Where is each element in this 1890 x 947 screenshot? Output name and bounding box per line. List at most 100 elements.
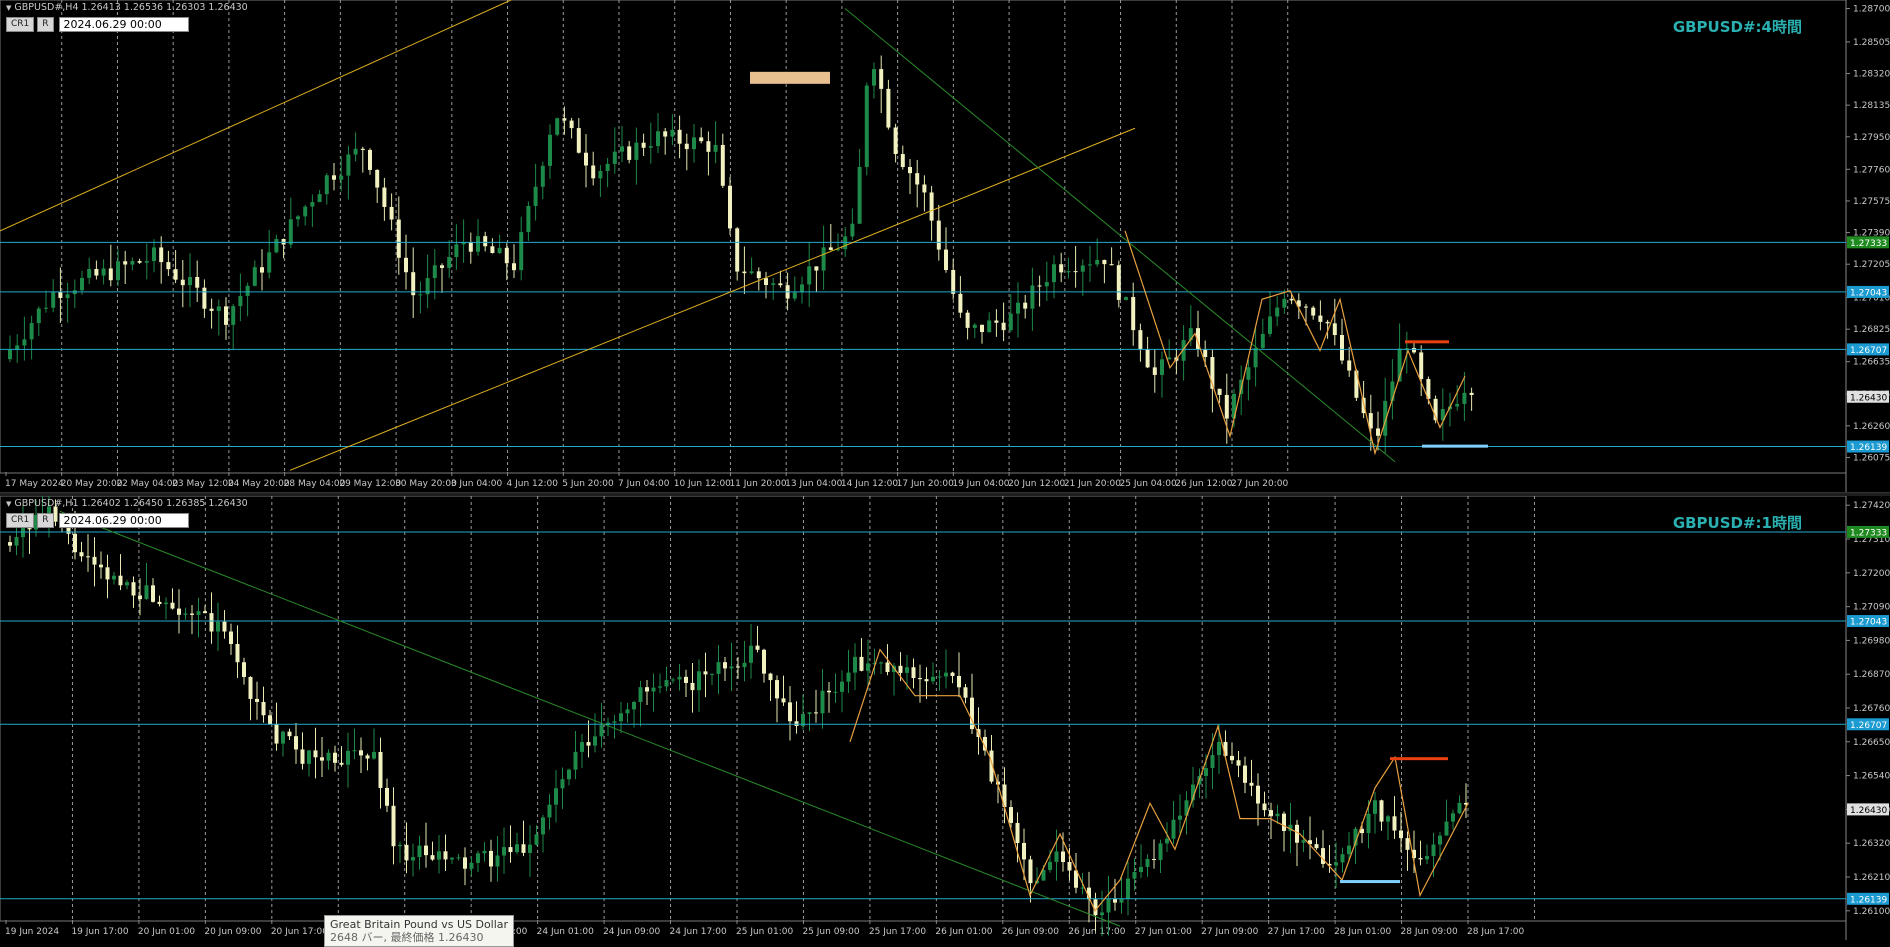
- time-label: 24 May 20:00: [228, 479, 290, 489]
- bull-candle: [771, 283, 776, 286]
- bear-candle: [86, 556, 90, 558]
- bull-candle: [742, 662, 747, 668]
- bull-candle: [1438, 835, 1442, 845]
- h4-chart-panel[interactable]: 17 May 2024 20 May 20:00 22 May 04:00 23 Ma…: [0, 0, 1890, 492]
- bear-candle: [404, 257, 408, 273]
- bull-candle: [454, 244, 459, 257]
- time-label: 27 Jun 20:00: [1231, 479, 1288, 489]
- bear-candle: [886, 88, 891, 128]
- resistance-mark: [1390, 757, 1448, 761]
- bear-candle: [1067, 861, 1072, 871]
- bull-candle: [1386, 816, 1390, 822]
- bull-candle: [1451, 813, 1455, 822]
- price-label: 1.26635: [1853, 358, 1890, 368]
- bull-candle: [1462, 392, 1467, 404]
- bear-candle: [684, 143, 689, 150]
- time-label: 29 May 12:00: [339, 479, 401, 489]
- time-label: 17 Jun 20:00: [897, 479, 954, 489]
- bear-candle: [1332, 323, 1337, 336]
- price-label: 1.26980: [1853, 636, 1890, 646]
- level-price-label: 1.26707: [1850, 346, 1887, 356]
- bear-candle: [911, 667, 916, 679]
- bear-candle: [195, 277, 200, 288]
- time-label: 22 May 04:00: [116, 479, 178, 489]
- price-label: 1.26100: [1853, 907, 1890, 917]
- bull-candle: [1178, 815, 1182, 820]
- time-label: 21 Jun 20:00: [1064, 479, 1121, 489]
- bull-candle: [188, 277, 192, 286]
- bull-candle: [1160, 359, 1164, 375]
- bull-candle: [1260, 333, 1265, 349]
- bear-candle: [898, 665, 903, 673]
- price-label: 1.28135: [1853, 101, 1890, 111]
- bull-candle: [533, 186, 538, 206]
- bull-candle: [476, 236, 480, 252]
- bull-candle: [80, 277, 84, 291]
- bear-candle: [859, 656, 864, 671]
- bull-candle: [456, 857, 461, 859]
- bear-candle: [368, 149, 372, 170]
- bear-candle: [235, 643, 240, 663]
- price-label: 1.26870: [1853, 670, 1890, 680]
- bull-candle: [619, 713, 623, 722]
- r-button[interactable]: R: [37, 513, 54, 528]
- support-mark: [1340, 880, 1400, 884]
- bull-candle: [656, 131, 660, 147]
- r-button[interactable]: R: [37, 17, 54, 32]
- bull-candle: [411, 857, 415, 861]
- bull-candle: [937, 676, 942, 678]
- bull-candle: [125, 582, 129, 586]
- time-label: 19 Jun 04:00: [952, 479, 1009, 489]
- h4-symbol-info: GBPUSD#,H4 1.26413 1.26536 1.26303 1.264…: [14, 2, 248, 13]
- bear-candle: [958, 293, 963, 313]
- bull-candle: [101, 268, 106, 276]
- bear-candle: [151, 585, 155, 602]
- datetime-field[interactable]: 2024.06.29 00:00: [58, 513, 189, 528]
- bear-candle: [170, 602, 175, 609]
- current-price-label: 1.26430: [1850, 393, 1887, 403]
- bear-candle: [1392, 816, 1397, 831]
- bear-candle: [918, 678, 922, 680]
- bull-candle: [573, 751, 578, 770]
- bear-candle: [576, 128, 581, 153]
- collapse-triangle-icon[interactable]: ▼: [6, 500, 11, 508]
- bear-candle: [300, 749, 305, 764]
- bear-candle: [260, 267, 264, 273]
- bear-candle: [99, 564, 103, 568]
- bear-candle: [281, 238, 286, 245]
- h4-chart-canvas[interactable]: 17 May 202420 May 20:0022 May 04:0023 Ma…: [0, 0, 1890, 492]
- collapse-triangle-icon[interactable]: ▼: [6, 4, 11, 12]
- bear-candle: [1152, 859, 1156, 861]
- bull-candle: [502, 847, 506, 856]
- highlight-rect: [750, 71, 830, 84]
- bear-candle: [893, 127, 898, 155]
- bull-candle: [130, 261, 135, 265]
- bull-candle: [1052, 264, 1056, 283]
- bull-candle: [1366, 813, 1371, 834]
- bull-candle: [670, 129, 675, 137]
- h1-chart-panel[interactable]: 19 Jun 2024 19 Jun 17:00 20 Jun 01:00 20 Ju…: [0, 496, 1890, 940]
- bear-candle: [440, 265, 444, 268]
- bear-candle: [378, 751, 383, 788]
- bull-candle: [310, 202, 315, 207]
- bull-candle: [625, 709, 630, 714]
- support-mark: [1422, 444, 1488, 448]
- cr1-button[interactable]: CR1: [6, 513, 35, 528]
- bear-candle: [950, 672, 955, 676]
- bear-candle: [173, 269, 178, 280]
- time-label: 26 Jun 01:00: [935, 927, 992, 937]
- cr1-button[interactable]: CR1: [6, 17, 35, 32]
- price-label: 1.27205: [1853, 260, 1890, 270]
- bull-candle: [540, 165, 545, 187]
- datetime-field[interactable]: 2024.06.29 00:00: [58, 17, 189, 32]
- bear-candle: [924, 679, 929, 682]
- bull-candle: [14, 537, 19, 546]
- time-label: 14 Jun 12:00: [841, 479, 898, 489]
- bull-candle: [216, 306, 221, 311]
- h4-chart-header: ▼ GBPUSD#,H4 1.26413 1.26536 1.26303 1.2…: [6, 2, 248, 13]
- bull-candle: [1145, 859, 1150, 867]
- bear-candle: [58, 291, 63, 299]
- h1-chart-canvas[interactable]: 19 Jun 2024 19 Jun 17:00 20 Jun 01:00 20 Ju…: [0, 496, 1890, 940]
- bear-candle: [1311, 307, 1316, 316]
- bear-candle: [1015, 822, 1020, 843]
